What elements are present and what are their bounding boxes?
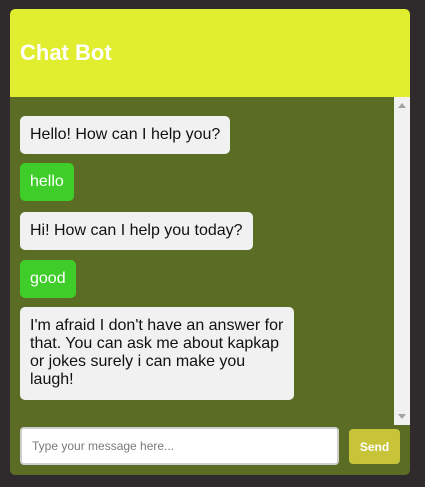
message-list: Hello! How can I help you? hello Hi! How… (10, 97, 394, 425)
user-message: hello (20, 163, 74, 201)
chat-window: Chat Bot Hello! How can I help you? hell… (10, 9, 410, 475)
chat-header: Chat Bot (10, 9, 410, 97)
message-scrollbar[interactable] (394, 97, 410, 425)
message-input[interactable] (20, 427, 339, 465)
send-button[interactable]: Send (349, 429, 400, 464)
bot-message: Hi! How can I help you today? (20, 212, 253, 250)
scroll-up-arrow-icon[interactable] (398, 103, 406, 108)
scroll-down-arrow-icon[interactable] (398, 414, 406, 419)
bot-message: I'm afraid I don't have an answer for th… (20, 307, 294, 400)
user-message: good (20, 260, 76, 298)
bot-message: Hello! How can I help you? (20, 116, 231, 154)
chat-title: Chat Bot (20, 40, 112, 65)
input-area: Send (10, 425, 410, 475)
